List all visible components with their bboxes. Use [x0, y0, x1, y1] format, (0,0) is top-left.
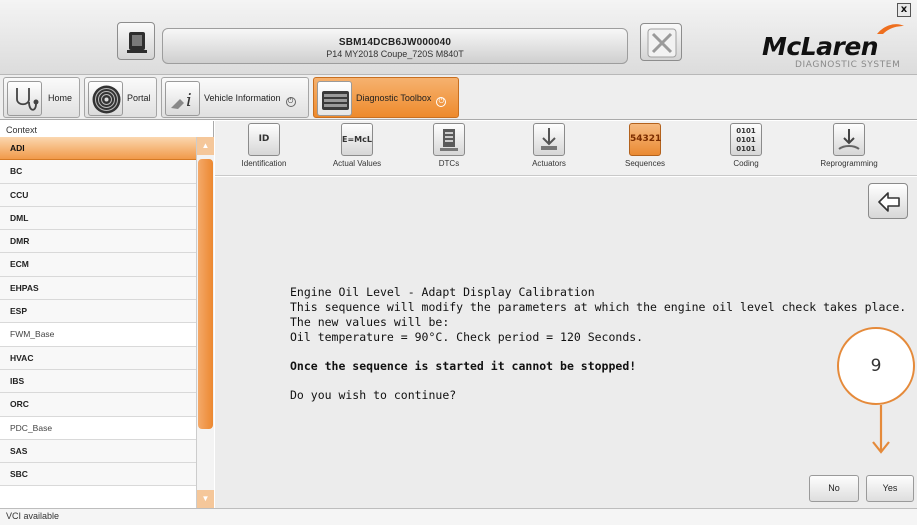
- back-arrow-icon: [878, 192, 900, 212]
- yes-button[interactable]: Yes: [866, 475, 914, 502]
- vehicle-info-icon: i: [165, 81, 200, 116]
- tool-sequences-label: Sequences: [624, 159, 666, 168]
- tab-portal-label: Portal: [127, 93, 151, 103]
- coding-icon: 0101 0101 0101: [730, 123, 762, 156]
- id-icon: ID: [248, 123, 280, 156]
- tool-coding[interactable]: 0101 0101 0101 Coding: [702, 123, 790, 175]
- context-item-sbc[interactable]: SBC: [0, 463, 196, 487]
- disconnect-button[interactable]: [640, 23, 682, 61]
- tab-vehicle-information[interactable]: i Vehicle Information ⏻: [161, 77, 309, 118]
- warning-text: Once the sequence is started it cannot b…: [290, 359, 637, 373]
- tab-diagnostic-toolbox[interactable]: Diagnostic Toolbox ⏻: [313, 77, 459, 118]
- tool-dtcs-label: DTCs: [438, 159, 460, 168]
- status-bar: VCI available: [0, 508, 917, 525]
- status-text: VCI available: [6, 511, 60, 521]
- power-icon[interactable]: ⏻: [285, 97, 296, 107]
- vci-device-button[interactable]: [117, 22, 155, 60]
- sequence-title: Engine Oil Level - Adapt Display Calibra…: [290, 285, 595, 299]
- context-item-bc[interactable]: BC: [0, 160, 196, 184]
- context-scrollbar[interactable]: ▲ ▼: [196, 137, 214, 508]
- tab-vehicle-information-label: Vehicle Information ⏻: [204, 93, 296, 107]
- scroll-thumb[interactable]: [198, 159, 213, 429]
- scroll-down-icon[interactable]: ▼: [197, 490, 214, 508]
- context-item-hvac[interactable]: HVAC: [0, 346, 196, 370]
- step-number-badge: 9: [837, 327, 915, 405]
- vin-number: SBM14DCB6JW000040: [338, 37, 452, 48]
- context-item-ccu[interactable]: CCU: [0, 183, 196, 207]
- vehicle-id-panel: SBM14DCB6JW000040 P14 MY2018 Coupe_720S …: [162, 28, 628, 64]
- context-item-orc[interactable]: ORC: [0, 393, 196, 417]
- tool-actuators-label: Actuators: [532, 159, 566, 168]
- sequence-description: This sequence will modify the parameters…: [290, 300, 907, 314]
- new-values: Oil temperature = 90°C. Check period = 1…: [290, 330, 644, 344]
- context-item-ehpas[interactable]: EHPAS: [0, 276, 196, 301]
- svg-text:i: i: [186, 90, 192, 111]
- context-item-adi[interactable]: ADI: [0, 137, 196, 161]
- sequence-message: Engine Oil Level - Adapt Display Calibra…: [290, 285, 907, 403]
- toolbox-icon: [317, 81, 352, 116]
- context-title: Context: [6, 125, 38, 135]
- context-item-ecm[interactable]: ECM: [0, 253, 196, 277]
- power-icon[interactable]: ⏻: [436, 97, 447, 107]
- tool-coding-label: Coding: [733, 159, 759, 168]
- diagnostic-toolbar: ID Identification E=McL Actual Values DT…: [215, 121, 917, 176]
- new-values-heading: The new values will be:: [290, 315, 450, 329]
- app-header: x SBM14DCB6JW000040 P14 MY2018 Coupe_720…: [0, 0, 917, 75]
- actual-values-icon: E=McL: [341, 123, 373, 156]
- close-window-button[interactable]: x: [897, 3, 911, 17]
- tool-reprogramming[interactable]: Reprogramming: [805, 123, 893, 175]
- context-item-dml[interactable]: DML: [0, 206, 196, 231]
- context-list: ADI BC CCU DML DMR ECM EHPAS ESP FWM_Bas…: [0, 137, 196, 487]
- context-item-dmr[interactable]: DMR: [0, 230, 196, 254]
- sequence-content: Engine Oil Level - Adapt Display Calibra…: [215, 177, 917, 508]
- tool-dtcs[interactable]: DTCs: [405, 123, 493, 175]
- stethoscope-icon: [7, 81, 42, 116]
- tool-identification[interactable]: ID Identification: [220, 123, 308, 175]
- confirm-question: Do you wish to continue?: [290, 388, 457, 402]
- sequences-icon: 54321: [629, 123, 661, 156]
- tool-sequences[interactable]: 54321 Sequences: [601, 123, 689, 175]
- context-item-fwm-base[interactable]: FWM_Base: [0, 323, 196, 347]
- tab-portal[interactable]: Portal: [84, 77, 157, 118]
- tool-actuators[interactable]: Actuators: [505, 123, 593, 175]
- down-arrow-icon: [872, 405, 890, 454]
- context-item-sas[interactable]: SAS: [0, 439, 196, 464]
- portal-swirl-icon: [88, 81, 123, 116]
- dtcs-icon: [433, 123, 465, 156]
- main-nav: Home Portal i Vehicle Information ⏻ Diagn…: [0, 75, 917, 120]
- vci-device-icon: [127, 32, 147, 53]
- scroll-up-icon[interactable]: ▲: [197, 137, 214, 155]
- tool-reprogramming-label: Reprogramming: [820, 159, 878, 168]
- actuators-icon: [533, 123, 565, 156]
- tool-actual-values-label: Actual Values: [332, 159, 382, 168]
- tool-identification-label: Identification: [241, 159, 287, 168]
- tool-actual-values[interactable]: E=McL Actual Values: [313, 123, 401, 175]
- context-panel: Context ADI BC CCU DML DMR ECM EHPAS ESP…: [0, 121, 214, 508]
- reprogramming-icon: [833, 123, 865, 156]
- tab-home[interactable]: Home: [3, 77, 80, 118]
- context-item-ibs[interactable]: IBS: [0, 369, 196, 394]
- tab-home-label: Home: [48, 93, 73, 103]
- tab-diagnostic-toolbox-label: Diagnostic Toolbox ⏻: [356, 93, 447, 107]
- logo-subtitle: DIAGNOSTIC SYSTEM: [795, 60, 901, 70]
- vehicle-model: P14 MY2018 Coupe_720S M840T: [326, 49, 464, 59]
- no-button[interactable]: No: [809, 475, 859, 502]
- mclaren-logo: McLaren: [762, 32, 879, 61]
- back-button[interactable]: [868, 183, 908, 219]
- context-item-esp[interactable]: ESP: [0, 300, 196, 324]
- x-icon: [647, 28, 677, 58]
- context-item-pdc-base[interactable]: PDC_Base: [0, 416, 196, 440]
